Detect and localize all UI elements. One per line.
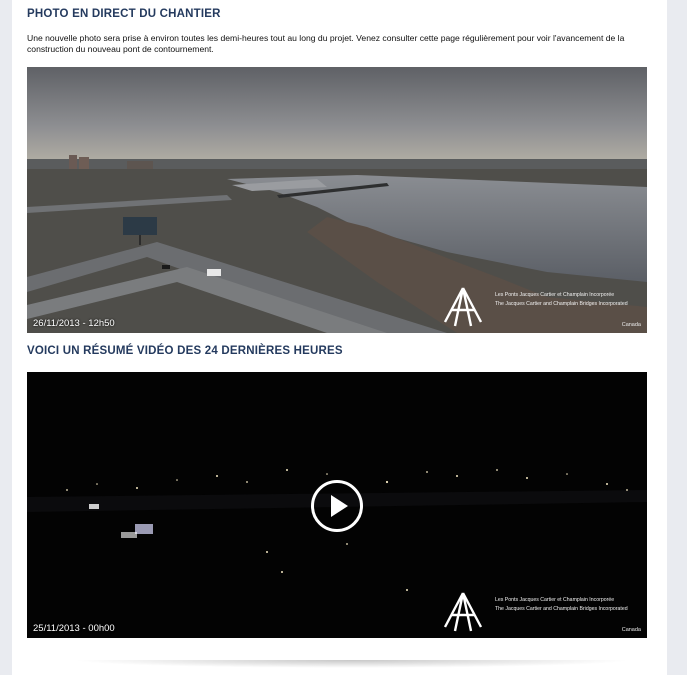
logo-text-en: The Jacques Cartier and Champlain Bridge… <box>495 301 628 307</box>
live-photo-heading: PHOTO EN DIRECT DU CHANTIER <box>27 8 221 20</box>
bridge-logo-icon <box>443 287 483 327</box>
footer-divider <box>72 660 632 668</box>
canada-wordmark: Canada <box>621 322 641 328</box>
logo-text-fr: Les Ponts Jacques Cartier et Champlain I… <box>495 597 615 603</box>
play-button[interactable] <box>311 480 363 532</box>
canada-wordmark: Canada <box>621 627 641 633</box>
bridge-logo-icon <box>443 592 483 632</box>
video-timestamp: 25/11/2013 - 00h00 <box>33 623 115 634</box>
live-photo-description: Une nouvelle photo sera prise à environ … <box>27 33 625 54</box>
live-construction-photo[interactable]: 26/11/2013 - 12h50 Les Ponts Jacques Car… <box>27 67 647 333</box>
video-summary-heading: VOICI UN RÉSUMÉ VIDÉO DES 24 DERNIÈRES H… <box>27 345 343 357</box>
timelapse-video-player[interactable]: 25/11/2013 - 00h00 Les Ponts Jacques Car… <box>27 372 647 638</box>
photo-timestamp: 26/11/2013 - 12h50 <box>33 318 115 329</box>
play-icon <box>331 495 348 517</box>
logo-text-en: The Jacques Cartier and Champlain Bridge… <box>495 606 628 612</box>
bridges-corporation-logo: Les Ponts Jacques Cartier et Champlain I… <box>441 587 641 633</box>
content-panel: PHOTO EN DIRECT DU CHANTIER Une nouvelle… <box>12 0 667 675</box>
bridges-corporation-logo: Les Ponts Jacques Cartier et Champlain I… <box>441 282 641 328</box>
logo-text-fr: Les Ponts Jacques Cartier et Champlain I… <box>495 292 615 298</box>
